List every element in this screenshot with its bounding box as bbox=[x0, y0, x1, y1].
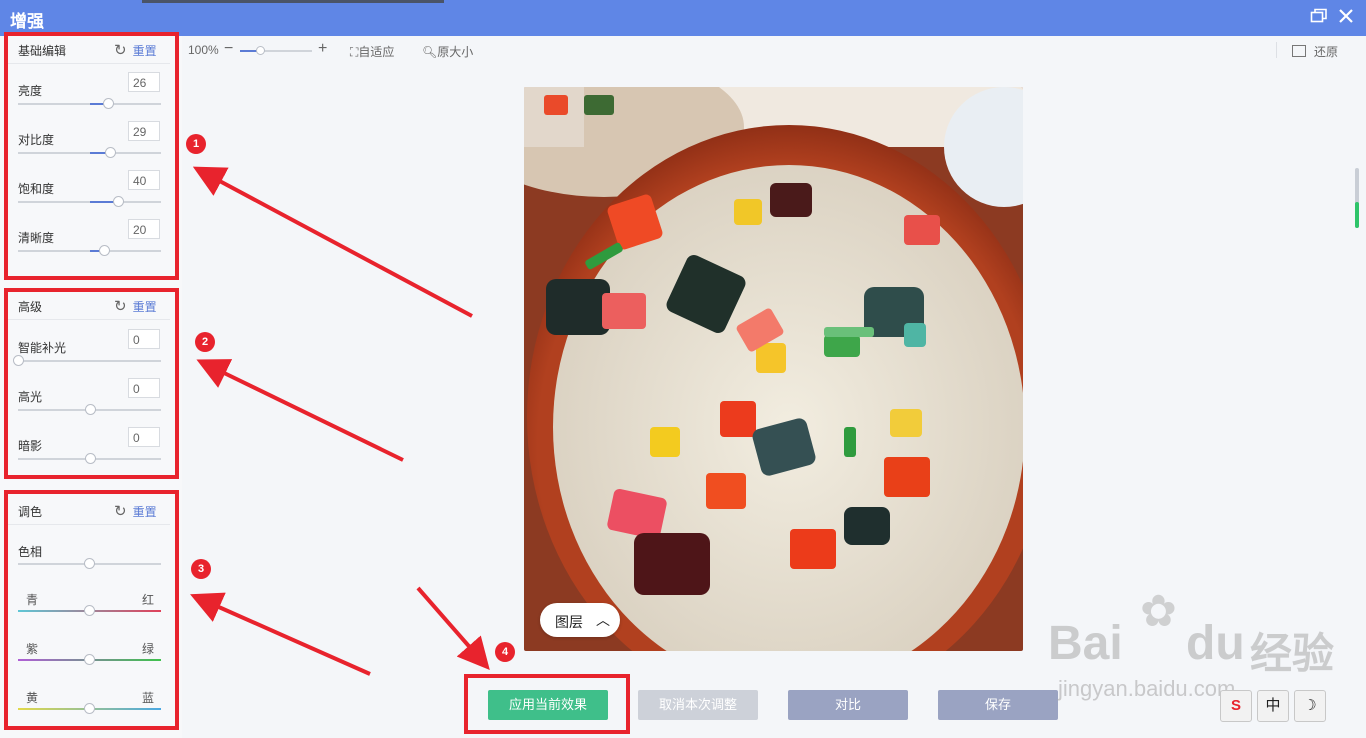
annotation-badge-3: 3 bbox=[191, 559, 211, 579]
annotation-badge-1: 1 bbox=[186, 134, 206, 154]
paw-icon: ✿ bbox=[1140, 587, 1177, 636]
annotation-badge-2: 2 bbox=[195, 332, 215, 352]
moon-icon[interactable]: ☽ bbox=[1294, 690, 1326, 722]
ime-chinese-toggle[interactable]: 中 bbox=[1257, 690, 1289, 722]
ime-sogou-icon[interactable]: S bbox=[1220, 690, 1252, 722]
annotation-badge-4: 4 bbox=[495, 642, 515, 662]
